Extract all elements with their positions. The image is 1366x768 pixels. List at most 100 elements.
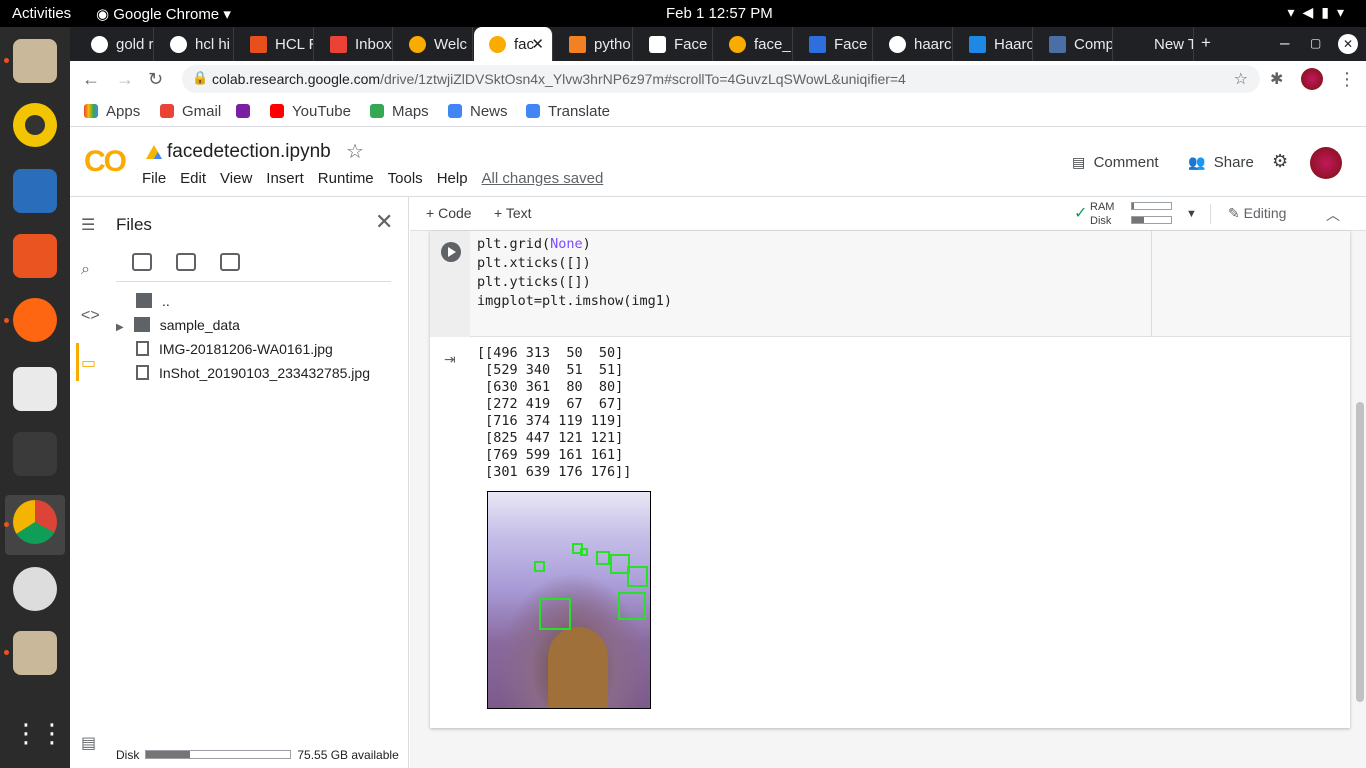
close-icon[interactable]: ✕ [375,209,393,235]
tab[interactable]: Welc [394,27,473,61]
vertical-scrollbar[interactable] [1356,402,1364,702]
firefox-icon[interactable] [13,298,57,342]
tab[interactable]: haarc [874,27,953,61]
bookmark-apps[interactable]: Apps [84,103,140,120]
bookmark-label: Gmail [182,103,222,120]
editing-mode-button[interactable]: ✎ Editing [1228,205,1286,222]
code-editor[interactable]: plt.grid(None) plt.xticks([]) plt.yticks… [430,231,1350,337]
new-tab-icon[interactable]: + [1201,33,1211,53]
menu-view[interactable]: View [220,170,252,187]
add-code-button[interactable]: + Code [426,205,472,221]
share-button[interactable]: 👥 Share [1188,154,1254,171]
add-text-button[interactable]: + Text [494,205,532,221]
chrome-icon[interactable] [13,500,57,544]
star-icon[interactable]: ☆ [346,139,364,164]
running-indicator [4,522,9,527]
maximize-icon[interactable]: ▢ [1310,36,1321,50]
tab[interactable]: Face d [634,27,713,61]
notebook-name[interactable]: facedetection.ipynb [167,141,331,163]
tab[interactable]: New T [1114,27,1194,61]
omnibox[interactable]: 🔒 colab.research.google.com/drive/1ztwji… [182,65,1260,93]
bookmark-sync[interactable] [236,103,258,120]
collapse-header-icon[interactable]: ︿ [1326,205,1340,225]
resources-indicator[interactable]: RAM Disk [1090,200,1114,228]
tab-label: Welc [434,36,468,53]
code-cell[interactable]: plt.grid(None) plt.xticks([]) plt.yticks… [430,231,1350,728]
menu-edit[interactable]: Edit [180,170,206,187]
code-text[interactable]: plt.grid(None) plt.xticks([]) plt.yticks… [477,235,672,311]
text-editor-icon[interactable] [13,367,57,411]
colab-icon [729,36,746,53]
colab-logo[interactable]: CO [84,145,127,179]
table-of-contents-icon[interactable]: ☰ [81,215,95,235]
bookmark-gmail[interactable]: Gmail [160,103,221,120]
file-row-folder[interactable]: ▶ sample_data [116,317,240,333]
file-row-parent[interactable]: .. [136,293,170,309]
rhythmbox-icon[interactable] [13,103,57,147]
back-icon[interactable]: ← [82,69,100,90]
tab[interactable]: gold r [76,27,154,61]
menu-help[interactable]: Help [437,170,468,187]
software-center-icon[interactable] [13,234,57,278]
tab-active[interactable]: fac ✕ [474,27,553,61]
file-row[interactable]: InShot_20190103_233432785.jpg [136,365,370,381]
add-code-label: Code [438,205,472,221]
output-icon[interactable]: ⇥ [444,351,456,368]
tab[interactable]: hcl hi [155,27,234,61]
minimize-icon[interactable]: – [1280,33,1289,53]
camera-icon[interactable] [13,567,57,611]
settings-gear-icon[interactable]: ⚙ [1272,151,1288,172]
activities-button[interactable]: Activities [12,5,71,22]
tab[interactable]: face_ [714,27,793,61]
comment-button[interactable]: ▤ Comment [1072,154,1159,171]
profile-avatar[interactable] [1301,68,1323,90]
bookmark-star-icon[interactable]: ☆ [1234,69,1248,89]
code-snippets-icon[interactable]: <> [81,307,100,325]
reload-icon[interactable]: ↻ [148,69,163,90]
terminal-panel-icon[interactable]: ▤ [81,733,96,753]
divider [1210,204,1211,224]
tab-label: Face R [834,36,872,53]
archive-icon[interactable] [13,631,57,675]
writer-icon[interactable] [13,169,57,213]
avatar[interactable] [1310,147,1342,179]
bookmark-translate[interactable]: Translate [526,103,610,120]
medium-icon [649,36,666,53]
tab[interactable]: Inbox [315,27,393,61]
bookmark-news[interactable]: News [448,103,508,120]
save-status[interactable]: All changes saved [482,170,604,187]
close-tab-icon[interactable]: ✕ [531,35,544,53]
tab[interactable]: Face R [794,27,873,61]
expand-arrow-icon[interactable]: ▶ [116,322,124,333]
tab[interactable]: Haarc [954,27,1033,61]
clock[interactable]: Feb 1 12:57 PM [666,5,773,22]
files-app-icon[interactable] [13,39,57,83]
mount-drive-icon[interactable] [220,253,240,271]
menu-runtime[interactable]: Runtime [318,170,374,187]
search-icon[interactable]: ⌕ [81,261,90,279]
bookmark-maps[interactable]: Maps [370,103,429,120]
app-menu[interactable]: ◉ Google Chrome ▾ [96,5,231,23]
system-tray[interactable]: ▾◀▮▾ [1287,4,1352,21]
run-cell-button[interactable] [441,242,461,262]
close-window-icon[interactable]: ✕ [1338,34,1358,54]
menu-tools[interactable]: Tools [388,170,423,187]
output-line: [272 419 67 67] [477,396,624,412]
forward-icon[interactable]: → [116,69,134,90]
tab[interactable]: Comp [1034,27,1113,61]
tab[interactable]: HCL R [235,27,314,61]
menu-insert[interactable]: Insert [266,170,304,187]
menu-file[interactable]: File [142,170,166,187]
upload-icon[interactable] [132,253,152,271]
bookmark-youtube[interactable]: YouTube [270,103,351,120]
chevron-down-icon[interactable]: ▼ [1186,208,1197,220]
folder-icon[interactable]: ▭ [81,353,96,373]
file-row[interactable]: IMG-20181206-WA0161.jpg [136,341,333,357]
terminal-icon[interactable] [13,432,57,476]
chrome-menu-icon[interactable]: ⋮ [1338,69,1356,90]
bookmark-label: News [470,103,508,120]
refresh-folder-icon[interactable] [176,253,196,271]
tab[interactable]: pytho [554,27,633,61]
show-apps-icon[interactable]: ⋮⋮ [13,713,65,757]
extensions-icon[interactable]: ✱ [1270,69,1283,89]
